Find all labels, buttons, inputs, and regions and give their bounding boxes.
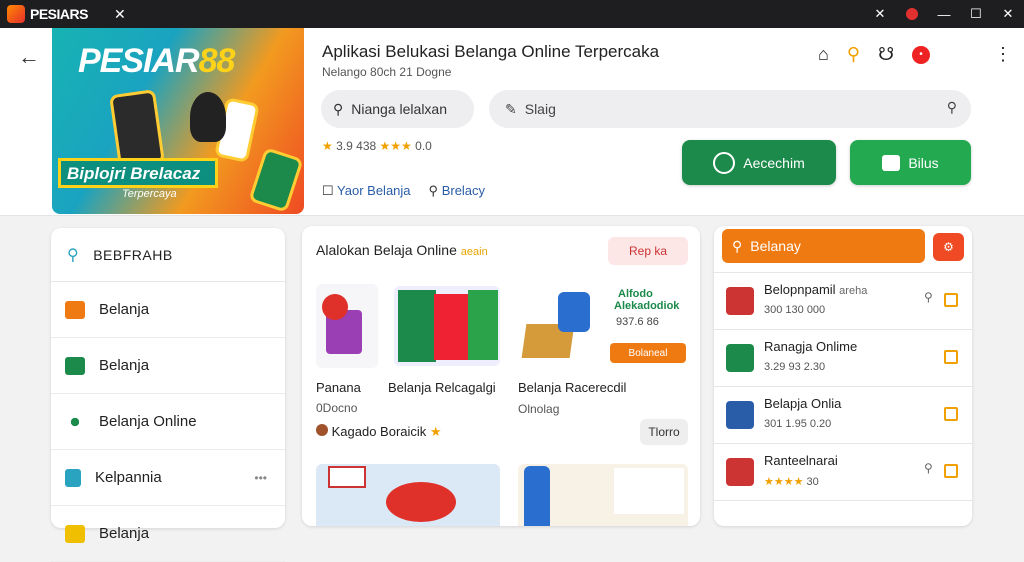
sidebar-item[interactable]: Belanja — [51, 338, 285, 394]
star-icon: ★ — [322, 139, 333, 153]
primary-action-button[interactable]: Aecechim — [682, 140, 836, 185]
product-label[interactable]: Belanja Racerecdil — [518, 380, 626, 395]
smile-icon — [713, 151, 736, 174]
notification-badge[interactable]: • — [912, 45, 931, 64]
list-item[interactable]: Ranagja Onlime 3.29 93 2.30 — [714, 329, 972, 386]
banner-badge: Biplojri Brelacaz — [58, 158, 218, 188]
main-search-input[interactable]: ✎ Slaig ⚲ — [489, 90, 971, 128]
item-thumbnail — [726, 344, 754, 372]
search-icon: ⚲ — [67, 246, 80, 264]
product-image[interactable] — [316, 284, 378, 368]
panel-search-input[interactable]: ⚲ Belanay — [722, 229, 925, 263]
product-image[interactable] — [394, 286, 500, 366]
sidebar-item[interactable]: Kelpannia ••• — [51, 450, 285, 506]
promo-button[interactable]: Bolaneal — [610, 343, 686, 363]
quick-search-chip[interactable]: ⚲ Nianga lelalxan — [321, 90, 474, 128]
secondary-action-button[interactable]: Bilus — [850, 140, 971, 185]
app-header-card: ← PESIAR88 Biplojri Brelacaz Terpercaya … — [0, 28, 1024, 216]
pin-icon[interactable]: ⚲ — [924, 461, 933, 475]
sidebar-item[interactable]: Belanja — [51, 506, 285, 562]
list-item[interactable]: Belapja Onlia 301 1.95 0.20 — [714, 386, 972, 443]
app-meta: Nelango 80ch 21 Dogne — [322, 65, 452, 79]
banner-brand: PESIAR88 — [78, 42, 235, 80]
category-icon — [65, 524, 85, 543]
filter-icon: ⚙ — [943, 240, 954, 254]
window-title: PESIARS — [30, 6, 88, 22]
search-text: Slaig — [524, 101, 556, 117]
item-thumbnail — [726, 458, 754, 486]
search-icon: ⚲ — [333, 100, 344, 117]
product-sub: Olnolag — [518, 402, 560, 416]
close-tab-icon[interactable]: ✕ — [114, 6, 126, 23]
search-icon: ⚲ — [428, 183, 439, 198]
item-thumbnail — [726, 287, 754, 315]
location-icon[interactable]: ⚲ — [847, 44, 860, 65]
sidebar-search[interactable]: ⚲ BEBFRAHB — [51, 228, 285, 282]
list-item[interactable]: Belopnpamil areha 300 130 000 ⚲ — [714, 272, 972, 329]
product-image[interactable] — [518, 464, 688, 526]
rating-row: ★ 3.9 438 ★★★ 0.0 — [322, 139, 432, 153]
product-sub: 0Docno — [316, 401, 358, 415]
feed-tag-button[interactable]: Rep ka — [608, 237, 688, 265]
item-checkbox[interactable] — [944, 293, 958, 307]
store-name[interactable]: Kagado Boraicik ★ — [316, 424, 442, 440]
pin-icon[interactable]: ⚲ — [924, 290, 933, 304]
chip-search-label: Nianga lelalxan — [351, 101, 447, 117]
product-image[interactable] — [316, 464, 500, 526]
category-sidebar: ⚲ BEBFRAHB Belanja Belanja Belanja Onlin… — [51, 228, 285, 562]
more-menu-icon[interactable]: ⋮ — [994, 44, 1012, 65]
promo-banner[interactable]: PESIAR88 Biplojri Brelacaz Terpercaya — [52, 28, 304, 214]
phone-image — [248, 147, 304, 213]
close-window-button[interactable]: ✕ — [992, 6, 1024, 22]
banner-subtitle: Terpercaya — [122, 188, 177, 200]
home-icon[interactable]: ⌂ — [818, 44, 829, 65]
search-icon[interactable]: ⚲ — [947, 99, 957, 116]
item-thumbnail — [726, 401, 754, 429]
panel-filter-button[interactable]: ⚙ — [933, 233, 964, 261]
person-image — [190, 92, 226, 142]
record-icon[interactable] — [906, 8, 918, 20]
app-title: Aplikasi Belukasi Belanga Online Terperc… — [322, 42, 660, 61]
window-titlebar: PESIARS ✕ ✕ — ☐ ✕ — [0, 0, 1024, 28]
list-item[interactable]: Ranteelnarai ★★★★ 30 ⚲ — [714, 443, 972, 500]
item-checkbox[interactable] — [944, 464, 958, 478]
product-label[interactable]: Panana — [316, 380, 361, 395]
store-follow-button[interactable]: Tlorro — [640, 419, 688, 445]
category-icon — [65, 468, 81, 487]
pill-shopping[interactable]: ☐ Yaor Belanja — [322, 183, 411, 199]
rating-stars: ★★★ — [379, 139, 412, 153]
item-checkbox[interactable] — [944, 407, 958, 421]
category-icon — [65, 356, 85, 375]
sidebar-item[interactable]: Belanja Online — [51, 394, 285, 450]
product-feed: Alalokan Belaja Online aeain Rep ka Alfo… — [302, 226, 700, 526]
product-label[interactable]: Belanja Relcagalgi — [388, 380, 496, 395]
app-logo-icon — [7, 5, 25, 23]
store-avatar — [316, 424, 328, 436]
extension-icon[interactable]: ✕ — [864, 6, 896, 22]
maximize-button[interactable]: ☐ — [960, 6, 992, 22]
network-icon — [65, 412, 85, 431]
pill-search[interactable]: ⚲ Brelacy — [429, 183, 486, 199]
minimize-button[interactable]: — — [928, 7, 960, 22]
item-checkbox[interactable] — [944, 350, 958, 364]
shopping-list-panel: ⚲ Belanay ⚙ Belopnpamil areha 300 130 00… — [714, 226, 972, 526]
search-icon: ⚲ — [732, 237, 743, 254]
robot-icon — [882, 154, 901, 171]
feed-title: Alalokan Belaja Online aeain — [316, 242, 488, 258]
bag-icon[interactable]: ☋ — [878, 44, 894, 65]
list-item[interactable] — [714, 500, 972, 526]
pen-icon: ✎ — [505, 100, 517, 117]
more-dots-icon[interactable]: ••• — [254, 471, 267, 485]
category-icon — [65, 300, 85, 319]
phone-image — [109, 89, 165, 169]
sidebar-item[interactable]: Belanja — [51, 282, 285, 338]
back-arrow-icon[interactable]: ← — [18, 44, 40, 70]
checkbox-icon: ☐ — [322, 183, 334, 198]
